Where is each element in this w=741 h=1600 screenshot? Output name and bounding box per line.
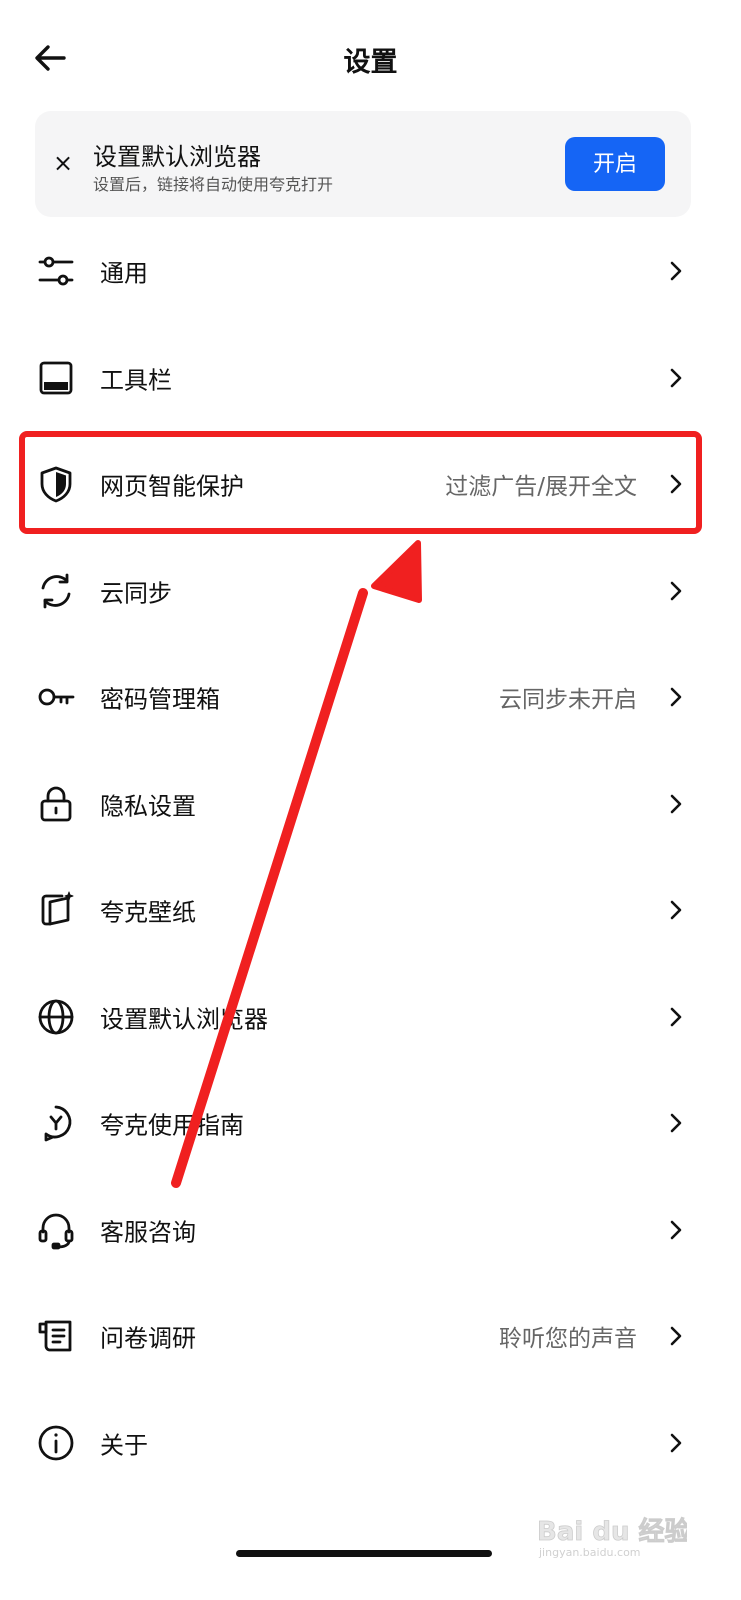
chevron-right-icon — [669, 793, 683, 815]
wallpaper-icon — [36, 890, 76, 930]
settings-item-label: 客服咨询 — [100, 1218, 196, 1247]
banner-title: 设置默认浏览器 — [93, 143, 261, 171]
survey-icon — [36, 1316, 76, 1356]
sliders-icon — [36, 251, 76, 291]
key-icon — [36, 677, 76, 717]
sync-icon — [36, 571, 76, 611]
settings-item-label: 云同步 — [100, 579, 172, 608]
close-icon[interactable]: × — [51, 149, 75, 177]
shield-icon — [36, 464, 76, 504]
chevron-right-icon — [669, 1112, 683, 1134]
chevron-right-icon — [669, 580, 683, 602]
settings-item-value: 过滤广告/展开全文 — [445, 474, 637, 501]
baidu-watermark: Bai du 经验 jingyan.baidu.com — [537, 1510, 691, 1560]
settings-item-label: 隐私设置 — [100, 792, 196, 821]
settings-item-about[interactable]: 关于 — [0, 1390, 741, 1497]
banner-subtitle: 设置后，链接将自动使用夸克打开 — [93, 175, 334, 194]
settings-item-label: 夸克壁纸 — [100, 898, 196, 927]
settings-item-web-protection[interactable]: 网页智能保护 过滤广告/展开全文 — [0, 431, 741, 538]
headset-icon — [36, 1210, 76, 1250]
chevron-right-icon — [669, 260, 683, 282]
settings-item-toolbar[interactable]: 工具栏 — [0, 325, 741, 432]
settings-item-privacy[interactable]: 隐私设置 — [0, 751, 741, 858]
chevron-right-icon — [669, 1219, 683, 1241]
chevron-right-icon — [669, 1432, 683, 1454]
chevron-right-icon — [669, 473, 683, 495]
info-icon — [36, 1423, 76, 1463]
chevron-right-icon — [669, 899, 683, 921]
toolbar-icon — [36, 358, 76, 398]
settings-item-label: 关于 — [100, 1431, 148, 1460]
settings-item-label: 夸克使用指南 — [100, 1111, 244, 1140]
settings-item-survey[interactable]: 问卷调研 聆听您的声音 — [0, 1283, 741, 1390]
settings-item-wallpaper[interactable]: 夸克壁纸 — [0, 857, 741, 964]
settings-item-label: 网页智能保护 — [100, 472, 244, 501]
settings-item-password-manager[interactable]: 密码管理箱 云同步未开启 — [0, 644, 741, 751]
settings-item-value: 云同步未开启 — [499, 687, 637, 714]
lock-icon — [36, 784, 76, 824]
default-browser-banner: × 设置默认浏览器 设置后，链接将自动使用夸克打开 开启 — [35, 111, 691, 217]
page-title: 设置 — [343, 47, 398, 78]
settings-item-cloud-sync[interactable]: 云同步 — [0, 538, 741, 645]
settings-item-label: 问卷调研 — [100, 1324, 196, 1353]
settings-item-guide[interactable]: 夸克使用指南 — [0, 1070, 741, 1177]
settings-item-general[interactable]: 通用 — [0, 218, 741, 325]
settings-item-label: 工具栏 — [100, 366, 172, 395]
enable-button[interactable]: 开启 — [565, 137, 665, 191]
globe-icon — [36, 997, 76, 1037]
settings-list: 通用 工具栏 网页智能保护 过滤广告/展开全文 云同步 密码管理箱 云同步未开启… — [0, 218, 741, 1496]
chevron-right-icon — [669, 686, 683, 708]
settings-item-label: 设置默认浏览器 — [100, 1005, 268, 1034]
svg-text:Bai du 经验: Bai du 经验 — [537, 1516, 687, 1547]
header: 设置 — [0, 0, 741, 116]
settings-item-label: 通用 — [100, 259, 148, 288]
settings-item-value: 聆听您的声音 — [499, 1326, 637, 1353]
svg-text:jingyan.baidu.com: jingyan.baidu.com — [538, 1546, 641, 1559]
chevron-right-icon — [669, 1006, 683, 1028]
home-indicator[interactable] — [236, 1550, 492, 1557]
guide-icon — [36, 1103, 76, 1143]
settings-item-default-browser[interactable]: 设置默认浏览器 — [0, 964, 741, 1071]
settings-item-support[interactable]: 客服咨询 — [0, 1177, 741, 1284]
chevron-right-icon — [669, 367, 683, 389]
chevron-right-icon — [669, 1325, 683, 1347]
settings-item-label: 密码管理箱 — [100, 685, 220, 714]
